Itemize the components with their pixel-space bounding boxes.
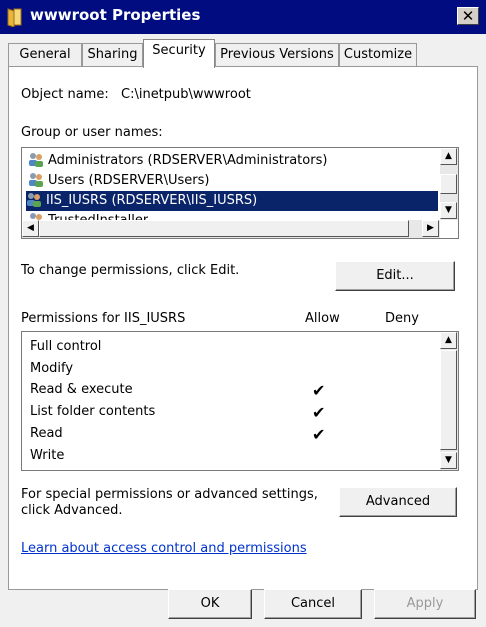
- user-name: Administrators (RDSERVER\Administrators): [48, 153, 328, 168]
- window-title: wwwroot Properties: [30, 6, 201, 24]
- object-name-label: Object name:: [21, 87, 109, 102]
- permission-name: Read: [30, 426, 63, 441]
- learn-access-control-link[interactable]: Learn about access control and permissio…: [21, 541, 307, 556]
- apply-button[interactable]: Apply: [374, 589, 476, 619]
- scroll-up-icon[interactable]: ▲: [440, 332, 457, 349]
- permission-name: Modify: [30, 361, 74, 376]
- permission-row: Full control: [30, 336, 101, 358]
- scroll-thumb[interactable]: [440, 350, 457, 450]
- scroll-down-icon[interactable]: ▼: [440, 202, 457, 219]
- scroll-up-icon[interactable]: ▲: [440, 148, 457, 165]
- allow-header: Allow: [305, 311, 340, 326]
- scroll-down-icon[interactable]: ▼: [440, 452, 457, 469]
- tab-previous-versions[interactable]: Previous Versions: [215, 43, 339, 67]
- ok-button[interactable]: OK: [168, 589, 252, 619]
- user-name: Users (RDSERVER\Users): [48, 173, 210, 188]
- advanced-button[interactable]: Advanced: [339, 487, 457, 517]
- group-names-label: Group or user names:: [21, 125, 163, 140]
- permissions-vertical-scrollbar[interactable]: ▲ ▼: [440, 332, 458, 470]
- permission-name: List folder contents: [30, 404, 156, 419]
- permission-row: Write: [30, 445, 64, 465]
- tab-general[interactable]: General: [8, 43, 82, 67]
- scroll-right-icon[interactable]: ▶: [422, 220, 439, 237]
- permission-row: Modify: [30, 358, 73, 380]
- users-listbox[interactable]: Administrators (RDSERVER\Administrators)…: [21, 147, 459, 239]
- h-scroll-thumb[interactable]: [39, 220, 409, 237]
- scroll-thumb[interactable]: [440, 174, 457, 194]
- permissions-for-label: Permissions for IIS_IUSRS: [21, 311, 186, 326]
- advanced-text: For special permissions or advanced sett…: [21, 487, 318, 518]
- tab-security[interactable]: Security: [143, 39, 215, 68]
- allow-check-icon: ✔: [312, 403, 326, 422]
- tab-customize[interactable]: Customize: [339, 43, 417, 67]
- deny-header: Deny: [385, 311, 419, 326]
- title-bar[interactable]: wwwroot Properties ✕: [0, 0, 486, 34]
- scroll-left-icon[interactable]: ◀: [22, 220, 39, 237]
- cancel-button[interactable]: Cancel: [264, 589, 362, 619]
- security-panel: Object name: C:\inetpub\wwwroot Group or…: [8, 66, 478, 590]
- permissions-listbox[interactable]: Full control Modify Read & execute ✔ Lis…: [21, 331, 459, 471]
- users-horizontal-scrollbar[interactable]: ◀ ▶: [22, 220, 440, 238]
- list-item-selected[interactable]: IIS_IUSRS (RDSERVER\IIS_IUSRS): [26, 191, 438, 211]
- users-group-icon: [29, 173, 43, 187]
- allow-check-icon: ✔: [312, 381, 326, 400]
- properties-dialog: General Sharing Security Previous Versio…: [0, 34, 486, 627]
- close-button[interactable]: ✕: [457, 7, 479, 25]
- permission-row: Read & execute: [30, 379, 133, 401]
- allow-check-icon: ✔: [312, 425, 326, 444]
- list-item[interactable]: Administrators (RDSERVER\Administrators): [28, 151, 327, 171]
- permission-row: List folder contents: [30, 401, 155, 423]
- users-group-icon: [29, 153, 43, 167]
- permission-row: Read: [30, 423, 63, 445]
- list-item[interactable]: Users (RDSERVER\Users): [28, 171, 209, 191]
- change-permissions-text: To change permissions, click Edit.: [21, 263, 240, 278]
- users-group-icon: [27, 193, 41, 207]
- users-vertical-scrollbar[interactable]: ▲ ▼: [440, 148, 458, 220]
- permission-name: Read & execute: [30, 382, 133, 397]
- permission-name: Full control: [30, 339, 102, 354]
- tab-sharing[interactable]: Sharing: [82, 43, 143, 67]
- permission-name: Write: [30, 448, 65, 463]
- object-name-value: C:\inetpub\wwwroot: [121, 87, 251, 102]
- edit-button[interactable]: Edit...: [335, 261, 455, 291]
- user-name: IIS_IUSRS (RDSERVER\IIS_IUSRS): [46, 193, 258, 208]
- folder-icon: [7, 8, 22, 27]
